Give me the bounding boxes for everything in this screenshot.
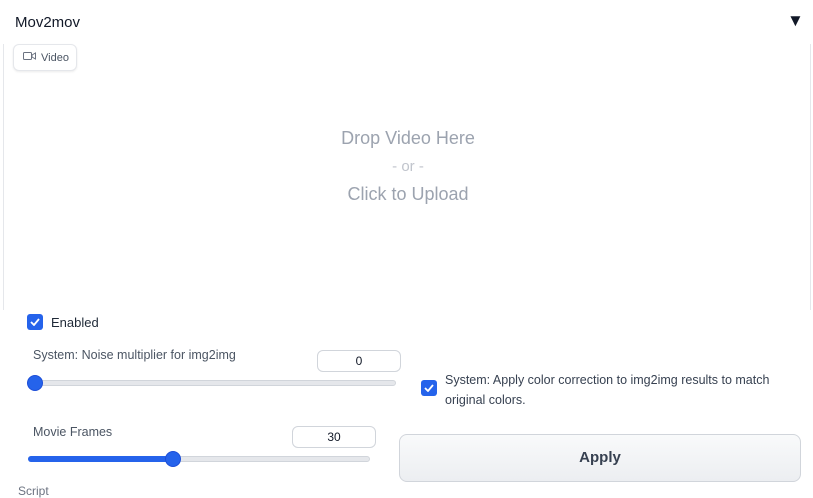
frames-slider-fill: [28, 456, 169, 462]
script-label: Script: [18, 484, 49, 498]
video-tab: Video: [13, 44, 77, 71]
check-icon: [424, 384, 434, 392]
or-separator: - or -: [392, 158, 424, 175]
click-to-upload-text[interactable]: Click to Upload: [258, 184, 558, 205]
video-upload-dropzone[interactable]: [3, 44, 811, 310]
accordion-title[interactable]: Mov2mov: [15, 14, 80, 31]
noise-multiplier-slider[interactable]: [30, 380, 396, 386]
enabled-checkbox[interactable]: [27, 314, 43, 330]
triangle-down-icon[interactable]: ▼: [787, 11, 804, 31]
color-correction-label: System: Apply color correction to img2im…: [445, 373, 770, 407]
video-camera-icon: [23, 51, 36, 64]
color-correction-checkbox[interactable]: [421, 380, 437, 396]
movie-frames-label: Movie Frames: [33, 425, 113, 439]
apply-button[interactable]: Apply: [399, 434, 801, 482]
movie-frames-input[interactable]: 30: [292, 426, 376, 448]
noise-multiplier-label: System: Noise multiplier for img2img: [33, 348, 236, 362]
check-icon: [30, 318, 40, 326]
mov2mov-panel: Mov2mov ▼ Video Drop Video Here - or - C…: [0, 0, 813, 498]
noise-slider-thumb[interactable]: [28, 376, 42, 390]
drop-video-text[interactable]: Drop Video Here: [258, 128, 558, 149]
noise-multiplier-input[interactable]: 0: [317, 350, 401, 372]
enabled-label: Enabled: [51, 315, 99, 330]
video-tab-label: Video: [41, 51, 69, 64]
frames-slider-thumb[interactable]: [166, 452, 181, 466]
